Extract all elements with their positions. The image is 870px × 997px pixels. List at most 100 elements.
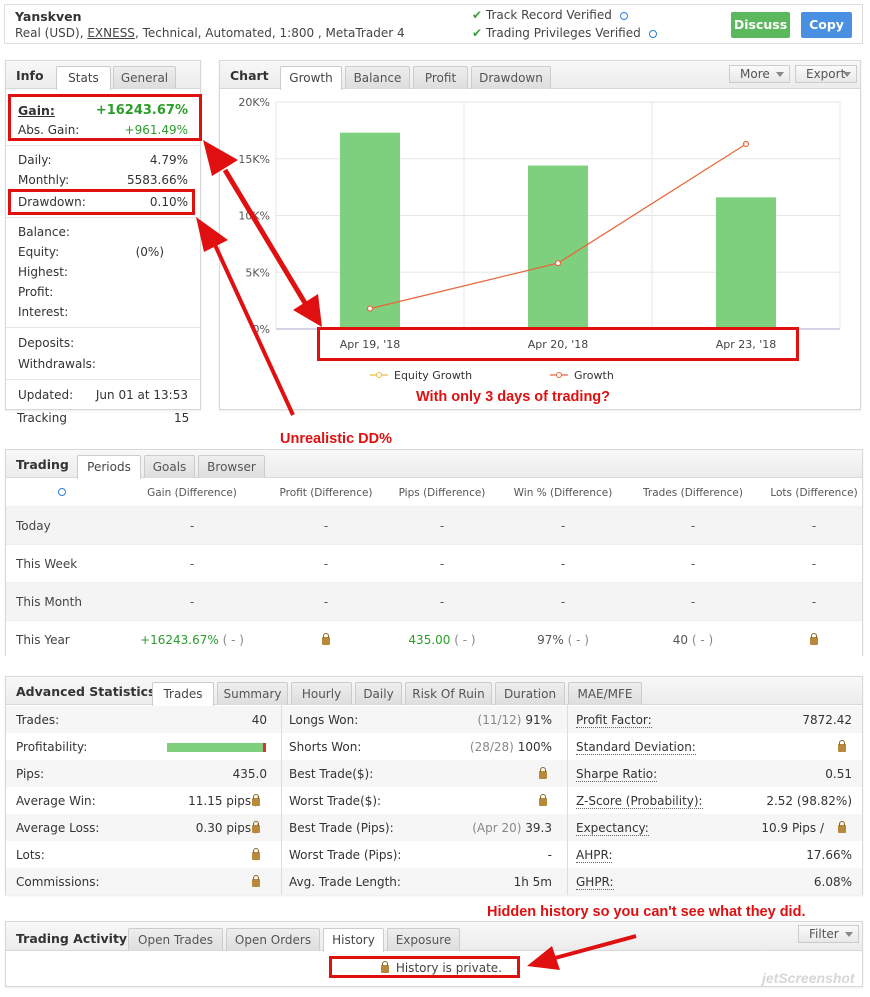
stat-label: Trades: [16, 713, 60, 727]
tab-risk-of-ruin[interactable]: Risk Of Ruin [405, 682, 492, 705]
cell-profit: - [323, 519, 329, 533]
filter-dropdown[interactable]: Filter [798, 925, 859, 943]
lock-icon [252, 794, 260, 806]
tab-exposure[interactable]: Exposure [387, 928, 460, 951]
cell-win: 97% ( - ) [537, 633, 589, 647]
stat-label: Longs Won: [289, 713, 359, 727]
row-label: This Year [16, 633, 70, 647]
stats-row [6, 868, 862, 895]
cell-trades: - [690, 557, 696, 571]
tab-stats[interactable]: Stats [56, 66, 111, 90]
y-tick-label: 5K% [245, 266, 270, 279]
cell-gain: +16243.67% ( - ) [140, 633, 244, 647]
tab-mae-mfe[interactable]: MAE/MFE [568, 682, 642, 705]
gain-highlight-box [8, 94, 202, 141]
tab-hourly[interactable]: Hourly [291, 682, 352, 705]
interest-label: Interest: [18, 305, 69, 319]
stat-label: Expectancy: [576, 821, 649, 836]
tab-general[interactable]: General [113, 66, 176, 89]
cell-gain: - [189, 519, 195, 533]
watermark-logo: jetScreenshot [762, 970, 855, 986]
lock-icon [252, 848, 260, 860]
checkmark-icon: ✔ [472, 8, 483, 22]
table-row: This Year +16243.67% ( - ) 435.00 ( - ) 97%… [6, 620, 862, 658]
cell-lots: - [811, 557, 817, 571]
history-highlight-box [329, 956, 520, 978]
track-record-verified: ✔ Track Record Verified [472, 8, 628, 22]
cell-pips: - [439, 595, 445, 609]
deposits-label: Deposits: [18, 336, 75, 350]
stat-value: (11/12) 91% [477, 713, 552, 727]
cell-pips: - [439, 519, 445, 533]
legend-label: Equity Growth [394, 369, 472, 382]
y-tick-label: 0% [253, 323, 270, 336]
profitability-bar [167, 743, 266, 752]
stat-value: 7872.42 [802, 713, 852, 727]
trading-panel: Trading Periods Goals Browser Gain (Diff… [5, 449, 863, 658]
discuss-button[interactable]: Discuss [731, 12, 790, 38]
info-icon[interactable] [648, 29, 657, 38]
cell-gain: - [189, 595, 195, 609]
stat-label: GHPR: [576, 875, 614, 890]
info-icon[interactable] [619, 11, 628, 20]
tab-daily[interactable]: Daily [355, 682, 402, 705]
stats-row [6, 814, 862, 841]
tab-growth[interactable]: Growth [280, 66, 342, 90]
tab-goals[interactable]: Goals [144, 455, 195, 478]
stat-label: Z-Score (Probability): [576, 794, 703, 809]
tab-drawdown[interactable]: Drawdown [471, 66, 551, 89]
cell-profit: - [323, 557, 329, 571]
monthly-value: 5583.66% [126, 173, 188, 187]
tab-periods[interactable]: Periods [77, 455, 141, 479]
col-header: Gain (Difference) [147, 487, 237, 499]
tab-trades[interactable]: Trades [152, 682, 214, 706]
stat-value: 2.52 (98.82%) [766, 794, 852, 808]
stats-row [6, 733, 862, 760]
help-icon[interactable] [58, 488, 66, 496]
legend-label: Growth [574, 369, 614, 382]
legend-marker [556, 372, 562, 378]
tab-summary[interactable]: Summary [217, 682, 288, 705]
cell-trades: 40 ( - ) [672, 633, 714, 647]
equity-label: Equity: [18, 245, 60, 259]
col-header: Trades (Difference) [643, 487, 743, 499]
tab-profit[interactable]: Profit [413, 66, 468, 89]
divider [6, 217, 200, 218]
tab-balance[interactable]: Balance [345, 66, 410, 89]
stat-label: Profitability: [16, 740, 88, 754]
privileges-verified: ✔ Trading Privileges Verified [472, 26, 657, 40]
advanced-header: Advanced Statistics Trades Summary Hourl… [6, 677, 862, 706]
bar [340, 132, 400, 329]
export-dropdown[interactable]: Export [795, 65, 857, 83]
lock-icon [322, 633, 330, 645]
tab-browser[interactable]: Browser [198, 455, 265, 478]
y-tick-label: 15K% [238, 153, 270, 166]
updated-value: Jun 01 at 13:53 [95, 388, 188, 402]
dates-highlight-box [317, 327, 799, 361]
row-label: This Week [16, 557, 78, 571]
stat-label: Avg. Trade Length: [289, 875, 401, 889]
tab-open-trades[interactable]: Open Trades [128, 928, 223, 951]
daily-value: 4.79% [149, 153, 188, 167]
trading-header: Trading Periods Goals Browser [6, 450, 862, 479]
tab-history[interactable]: History [323, 928, 384, 952]
more-dropdown[interactable]: More [729, 65, 790, 83]
row-label: This Month [16, 595, 82, 609]
annotation-hidden-history: Hidden history so you can't see what the… [487, 904, 806, 920]
copy-button[interactable]: Copy [801, 12, 852, 38]
cell-trades: - [690, 519, 696, 533]
column-divider [281, 705, 282, 895]
stat-value: 0.30 pips / [195, 821, 259, 835]
stat-value: 435.0 [232, 767, 267, 781]
broker-link[interactable]: EXNESS [87, 26, 135, 40]
stat-label: AHPR: [576, 848, 613, 863]
stat-label: Standard Deviation: [576, 740, 696, 755]
col-header: Win % (Difference) [513, 487, 613, 499]
tab-duration[interactable]: Duration [495, 682, 565, 705]
cell-pips: 435.00 ( - ) [408, 633, 476, 647]
growth-point [742, 140, 750, 148]
annotation-three-days: With only 3 days of trading? [416, 389, 611, 405]
stat-value: 10.9 Pips / [761, 821, 824, 835]
tab-open-orders[interactable]: Open Orders [226, 928, 320, 951]
stat-value: 1h 5m [513, 875, 552, 889]
